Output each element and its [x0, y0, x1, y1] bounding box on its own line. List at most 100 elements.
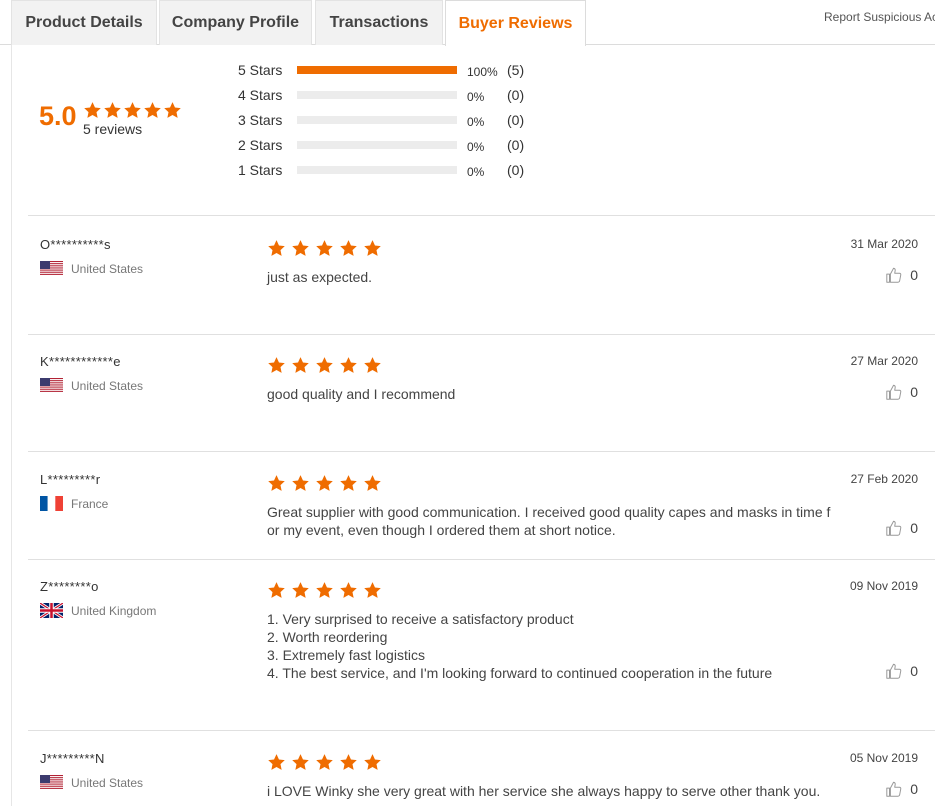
review-star-icon	[316, 582, 333, 598]
review-stars	[267, 239, 382, 258]
distribution-count: (0)	[507, 162, 525, 178]
review-star-icon	[292, 754, 309, 770]
helpful-button[interactable]: 0	[885, 662, 918, 680]
distribution-row: 1 Stars 0% (0)	[238, 160, 524, 180]
review-stars	[267, 356, 382, 375]
page-border	[11, 45, 12, 806]
uk-flag-icon	[40, 603, 63, 618]
tab-transactions[interactable]: Transactions	[315, 0, 443, 45]
reviewer-name: O**********s	[40, 237, 111, 252]
review-star-icon	[340, 357, 357, 373]
distribution-bar	[297, 91, 457, 99]
review-date: 27 Feb 2020	[850, 472, 918, 486]
like-count: 0	[910, 267, 918, 283]
review-star-icon	[268, 357, 285, 373]
review-date: 05 Nov 2019	[849, 751, 918, 765]
reviewer-name: L*********r	[40, 472, 101, 487]
review-star-icon	[268, 754, 285, 770]
review-text-line: just as expected.	[267, 269, 373, 285]
reviewer-name: K************e	[40, 354, 121, 369]
thumbs-up-icon	[886, 384, 902, 400]
review-text: just as expected.	[267, 268, 832, 286]
like-count: 0	[910, 520, 918, 536]
review-star-icon	[292, 582, 309, 598]
review-star-icon	[340, 475, 357, 491]
review-text-line: 1. Very surprised to receive a satisfact…	[267, 611, 574, 627]
divider	[28, 215, 935, 216]
reviewer-name: Z********o	[40, 579, 99, 594]
distribution-bar	[297, 66, 457, 74]
review-date: 09 Nov 2019	[849, 579, 918, 593]
helpful-button[interactable]: 0	[885, 519, 918, 537]
tab-buyer-reviews[interactable]: Buyer Reviews	[445, 0, 586, 46]
distribution-bar	[297, 166, 457, 174]
distribution-label: 3 Stars	[238, 112, 283, 128]
country-name: United States	[71, 261, 144, 276]
reviewer-country: France	[40, 496, 108, 511]
average-score: 5.0	[39, 101, 77, 131]
distribution-label: 5 Stars	[238, 62, 283, 78]
distribution-count: (5)	[507, 62, 525, 78]
review-text-line: i LOVE Winky she very great with her ser…	[267, 783, 821, 799]
tab-product-details[interactable]: Product Details	[11, 0, 157, 45]
review-text-line: Great supplier with good communication. …	[267, 504, 831, 520]
tab-bar: Product Details Company Profile Transact…	[0, 0, 935, 46]
summary-star-icon	[124, 102, 141, 118]
like-count: 0	[910, 384, 918, 400]
thumbs-up-icon	[886, 781, 902, 797]
helpful-button[interactable]: 0	[885, 266, 918, 284]
review-star-icon	[340, 754, 357, 770]
distribution-percent: 0%	[467, 114, 485, 129]
review-star-icon	[316, 357, 333, 373]
thumbs-up-icon	[886, 267, 902, 283]
reviewer-country: United States	[40, 378, 143, 393]
review-star-icon	[364, 582, 381, 598]
summary-star-icon	[164, 102, 181, 118]
review-star-icon	[316, 240, 333, 256]
distribution-percent: 0%	[467, 89, 485, 104]
reviewer-name: J*********N	[40, 751, 105, 766]
reviews-count: 5 reviews	[83, 121, 143, 137]
review-star-icon	[292, 240, 309, 256]
distribution-label: 2 Stars	[238, 137, 283, 153]
distribution-percent: 100%	[467, 64, 498, 79]
summary-star-icon	[84, 102, 101, 118]
reviewer-country: United States	[40, 261, 143, 276]
review-text: Great supplier with good communication. …	[267, 503, 832, 539]
reviewer-country: United Kingdom	[40, 603, 156, 618]
report-suspicious-link[interactable]: Report Suspicious Ac	[824, 10, 935, 24]
review-date: 31 Mar 2020	[850, 237, 918, 251]
distribution-bar-fill	[297, 66, 457, 74]
review-text-line: or my event, even though I ordered them …	[267, 522, 616, 538]
review-star-icon	[268, 475, 285, 491]
like-count: 0	[910, 663, 918, 679]
tab-company-profile[interactable]: Company Profile	[159, 0, 312, 45]
helpful-button[interactable]: 0	[885, 780, 918, 798]
review-star-icon	[340, 582, 357, 598]
review-star-icon	[268, 582, 285, 598]
distribution-count: (0)	[507, 87, 525, 103]
review-star-icon	[316, 754, 333, 770]
review-text-line: 2. Worth reordering	[267, 629, 388, 645]
review-text: good quality and I recommend	[267, 385, 832, 403]
review-star-icon	[364, 240, 381, 256]
country-name: France	[71, 496, 109, 511]
helpful-button[interactable]: 0	[885, 383, 918, 401]
review-star-icon	[292, 475, 309, 491]
summary-star-icon	[144, 102, 161, 118]
review-star-icon	[364, 475, 381, 491]
distribution-bar	[297, 116, 457, 124]
review-date: 27 Mar 2020	[850, 354, 918, 368]
fr-flag-icon	[40, 496, 63, 511]
distribution-row: 2 Stars 0% (0)	[238, 135, 524, 155]
us-flag-icon	[40, 261, 63, 275]
distribution-count: (0)	[507, 137, 525, 153]
review-text-line: 3. Extremely fast logistics	[267, 647, 425, 663]
reviewer-country: United States	[40, 775, 143, 790]
review-star-icon	[316, 475, 333, 491]
review-star-icon	[364, 754, 381, 770]
review-stars	[267, 474, 382, 493]
review-star-icon	[292, 357, 309, 373]
review-stars	[267, 581, 382, 600]
review-stars	[267, 753, 382, 772]
